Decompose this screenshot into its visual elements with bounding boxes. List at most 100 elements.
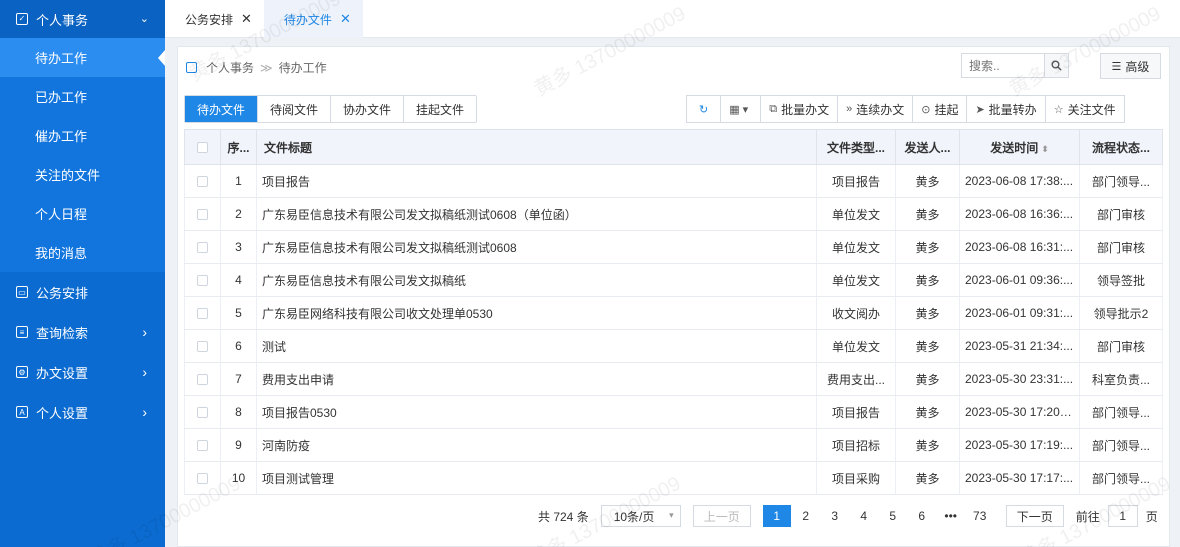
toolbar-button-send[interactable]: ➤ 批量转办 bbox=[967, 96, 1046, 122]
toolbar-label: 挂起 bbox=[934, 102, 959, 117]
page-73[interactable]: 73 bbox=[966, 505, 994, 527]
table-row[interactable]: 7 费用支出申请 费用支出... 黄多 2023-05-30 23:31:... 科室负责… bbox=[184, 362, 1163, 396]
page-3[interactable]: 3 bbox=[821, 505, 849, 527]
toolbar-button-star[interactable]: ☆ 关注文件 bbox=[1046, 96, 1124, 122]
sidebar-item-settings-doc[interactable]: ⚙ 办文设置 › bbox=[0, 352, 165, 392]
table-row[interactable]: 1 项目报告 项目报告 黄多 2023-06-08 17:38:... 部门领导... bbox=[184, 164, 1163, 198]
search-input[interactable] bbox=[962, 54, 1042, 77]
cell-title[interactable]: 项目报告0530 bbox=[256, 395, 817, 429]
breadcrumb-root[interactable]: 个人事务 bbox=[206, 59, 254, 76]
table-row[interactable]: 10 项目测试管理 项目采购 黄多 2023-05-30 17:17:... 部门领导..… bbox=[184, 461, 1163, 495]
checkbox[interactable] bbox=[197, 341, 208, 353]
row-checkbox-cell bbox=[184, 395, 221, 429]
toolbar-button-refresh[interactable]: ↻ bbox=[687, 96, 722, 122]
page-4[interactable]: 4 bbox=[850, 505, 878, 527]
cell-status: 部门审核 bbox=[1079, 197, 1163, 231]
goto-page-input[interactable]: 1 bbox=[1107, 505, 1138, 527]
row-checkbox-cell bbox=[184, 164, 221, 198]
file-tab-1[interactable]: 待办文件 bbox=[185, 96, 259, 122]
sidebar-item-4[interactable]: 关注的文件 bbox=[0, 155, 165, 194]
checkbox[interactable] bbox=[197, 176, 208, 188]
goto-prefix: 前往 bbox=[1075, 509, 1100, 524]
row-checkbox-cell bbox=[184, 197, 221, 231]
toolbar-button-pause[interactable]: ⊙ 挂起 bbox=[913, 96, 968, 122]
cell-time: 2023-05-30 17:17:... bbox=[959, 461, 1080, 495]
file-tab-4[interactable]: 挂起文件 bbox=[404, 96, 476, 122]
col-header-type[interactable]: 文件类型... bbox=[816, 129, 896, 165]
cell-title[interactable]: 河南防疫 bbox=[256, 428, 817, 462]
sort-icon[interactable]: ⬍ bbox=[1041, 144, 1049, 154]
search-icon[interactable] bbox=[1044, 54, 1068, 77]
close-icon[interactable]: ✕ bbox=[241, 11, 252, 27]
sidebar-item-person[interactable]: A 个人设置 › bbox=[0, 392, 165, 432]
sidebar-item-briefcase[interactable]: ▭ 公务安排 bbox=[0, 272, 165, 312]
checkbox[interactable] bbox=[197, 473, 208, 485]
file-tab-2[interactable]: 待阅文件 bbox=[258, 96, 332, 122]
table-row[interactable]: 2 广东易臣信息技术有限公司发文拟稿纸测试0608（单位函） 单位发文 黄多 2023-… bbox=[184, 197, 1163, 231]
page-2[interactable]: 2 bbox=[792, 505, 820, 527]
next-page-button[interactable]: 下一页 bbox=[1005, 505, 1064, 527]
advanced-search-button[interactable]: ☰ 高级 bbox=[1100, 53, 1161, 79]
toolbar-button-grid-view[interactable]: ▦ ▾ bbox=[721, 96, 762, 122]
tab-1[interactable]: 公务安排 ✕ bbox=[165, 0, 264, 38]
file-tab-3[interactable]: 协办文件 bbox=[331, 96, 405, 122]
page-1[interactable]: 1 bbox=[762, 505, 791, 527]
cell-time: 2023-05-31 21:34:... bbox=[959, 329, 1080, 363]
sidebar-item-1[interactable]: 待办工作 bbox=[0, 38, 165, 77]
sidebar-group-personal-affairs[interactable]: ✓ 个人事务 ⌄ bbox=[0, 0, 165, 38]
page-size-select[interactable]: 10条/页 ▾ bbox=[600, 505, 681, 527]
table-row[interactable]: 4 广东易臣信息技术有限公司发文拟稿纸 单位发文 黄多 2023-06-01 09:36… bbox=[184, 263, 1163, 297]
table-row[interactable]: 9 河南防疫 项目招标 黄多 2023-05-30 17:19:... 部门领导... bbox=[184, 428, 1163, 462]
cell-no: 4 bbox=[220, 263, 257, 297]
col-header-status[interactable]: 流程状态... bbox=[1079, 129, 1163, 165]
toolbar-button-copy[interactable]: ⧉ 批量办文 bbox=[761, 96, 839, 122]
checkbox[interactable] bbox=[197, 440, 208, 452]
checkbox[interactable] bbox=[197, 209, 208, 221]
table-row[interactable]: 3 广东易臣信息技术有限公司发文拟稿纸测试0608 单位发文 黄多 2023-06-08… bbox=[184, 230, 1163, 264]
goto-suffix: 页 bbox=[1145, 509, 1158, 524]
checkbox[interactable] bbox=[197, 242, 208, 254]
checkbox[interactable] bbox=[197, 374, 208, 386]
close-icon[interactable]: ✕ bbox=[340, 11, 351, 27]
col-header-sender[interactable]: 发送人... bbox=[895, 129, 960, 165]
cell-title[interactable]: 广东易臣网络科技有限公司收文处理单0530 bbox=[256, 296, 817, 330]
toolbar-button-double-chevron[interactable]: » 连续办文 bbox=[838, 96, 914, 122]
page-5[interactable]: 5 bbox=[879, 505, 907, 527]
cell-title[interactable]: 费用支出申请 bbox=[256, 362, 817, 396]
checkbox[interactable] bbox=[197, 308, 208, 320]
cell-no: 6 bbox=[220, 329, 257, 363]
table-row[interactable]: 6 测试 单位发文 黄多 2023-05-31 21:34:... 部门审核 bbox=[184, 329, 1163, 363]
cell-title[interactable]: 广东易臣信息技术有限公司发文拟稿纸测试0608（单位函） bbox=[256, 197, 817, 231]
col-header-no[interactable]: 序... bbox=[220, 129, 257, 165]
cell-title[interactable]: 广东易臣信息技术有限公司发文拟稿纸 bbox=[256, 263, 817, 297]
tab-2[interactable]: 待办文件 ✕ bbox=[263, 0, 363, 38]
page-6[interactable]: 6 bbox=[908, 505, 936, 527]
goto-page: 前往 1 页 bbox=[1076, 505, 1158, 527]
row-checkbox-cell bbox=[184, 296, 221, 330]
col-header-time[interactable]: 发送时间 ⬍ bbox=[959, 129, 1080, 165]
cell-time: 2023-05-30 23:31:... bbox=[959, 362, 1080, 396]
cell-title[interactable]: 项目报告 bbox=[256, 164, 817, 198]
more-pages-icon[interactable]: ••• bbox=[937, 505, 965, 527]
sidebar-item-3[interactable]: 催办工作 bbox=[0, 116, 165, 155]
col-header-title[interactable]: 文件标题 bbox=[256, 129, 817, 165]
cell-title[interactable]: 项目测试管理 bbox=[256, 461, 817, 495]
prev-page-button[interactable]: 上一页 bbox=[692, 505, 751, 527]
sidebar-item-5[interactable]: 个人日程 bbox=[0, 194, 165, 233]
chevron-right-icon: › bbox=[142, 404, 147, 420]
cell-time: 2023-06-08 16:36:... bbox=[959, 197, 1080, 231]
row-checkbox-cell bbox=[184, 263, 221, 297]
file-table: 序... 文件标题 文件类型... 发送人... 发送时间 ⬍ 流程状态... 1… bbox=[184, 129, 1163, 495]
checkbox[interactable] bbox=[197, 142, 208, 154]
table-row[interactable]: 8 项目报告0530 项目报告 黄多 2023-05-30 17:20:11 部门领导..… bbox=[184, 395, 1163, 429]
cell-time: 2023-05-30 17:20:11 bbox=[959, 395, 1080, 429]
sidebar-item-6[interactable]: 我的消息 bbox=[0, 233, 165, 272]
sidebar-item-2[interactable]: 已办工作 bbox=[0, 77, 165, 116]
select-all-checkbox[interactable] bbox=[184, 129, 221, 165]
sidebar-item-search-doc[interactable]: ≡ 查询检索 › bbox=[0, 312, 165, 352]
cell-title[interactable]: 广东易臣信息技术有限公司发文拟稿纸测试0608 bbox=[256, 230, 817, 264]
checkbox[interactable] bbox=[197, 407, 208, 419]
checkbox[interactable] bbox=[197, 275, 208, 287]
table-row[interactable]: 5 广东易臣网络科技有限公司收文处理单0530 收文阅办 黄多 2023-06-01 0… bbox=[184, 296, 1163, 330]
cell-title[interactable]: 测试 bbox=[256, 329, 817, 363]
